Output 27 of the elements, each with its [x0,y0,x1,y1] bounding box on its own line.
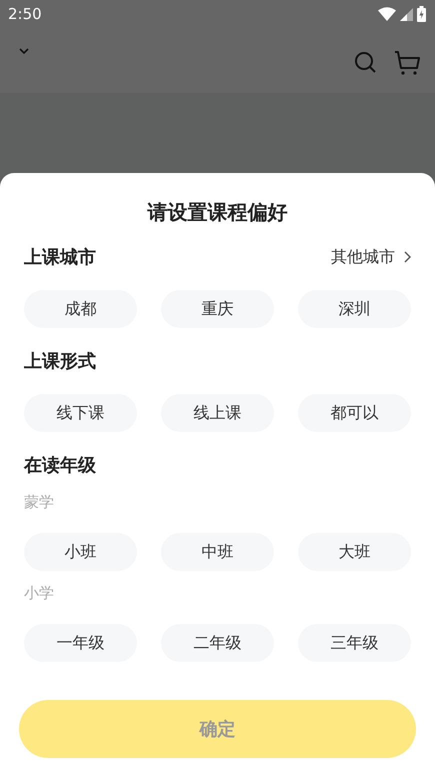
section-title: 上课形式 [24,350,96,373]
section-title: 在读年级 [24,454,96,477]
option-chip[interactable]: 成都 [24,290,137,328]
option-chip[interactable]: 二年级 [161,624,274,662]
chevron-down-icon[interactable] [19,48,29,54]
option-chip[interactable]: 小班 [24,533,137,571]
option-chip[interactable]: 中班 [161,533,274,571]
option-chip[interactable]: 线上课 [161,394,274,432]
group-label: 蒙学 [24,493,55,511]
signal-icon [400,8,413,20]
wifi-icon [378,7,396,21]
option-chip[interactable]: 三年级 [298,624,411,662]
option-chip[interactable]: 一年级 [24,624,137,662]
other-city-link[interactable]: 其他城市 [331,246,411,268]
battery-icon [417,6,426,22]
option-chip[interactable]: 重庆 [161,290,274,328]
cart-icon[interactable] [394,51,421,75]
option-chip[interactable]: 大班 [298,533,411,571]
chevron-right-icon [404,251,411,263]
option-chip[interactable]: 深圳 [298,290,411,328]
option-chip[interactable]: 线下课 [24,394,137,432]
option-chip[interactable]: 都可以 [298,394,411,432]
section-title: 上课城市 [24,246,96,269]
status-time: 2:50 [8,5,42,23]
sheet-title: 请设置课程偏好 [146,200,288,224]
search-icon[interactable] [354,51,376,73]
group-label: 小学 [24,584,55,602]
